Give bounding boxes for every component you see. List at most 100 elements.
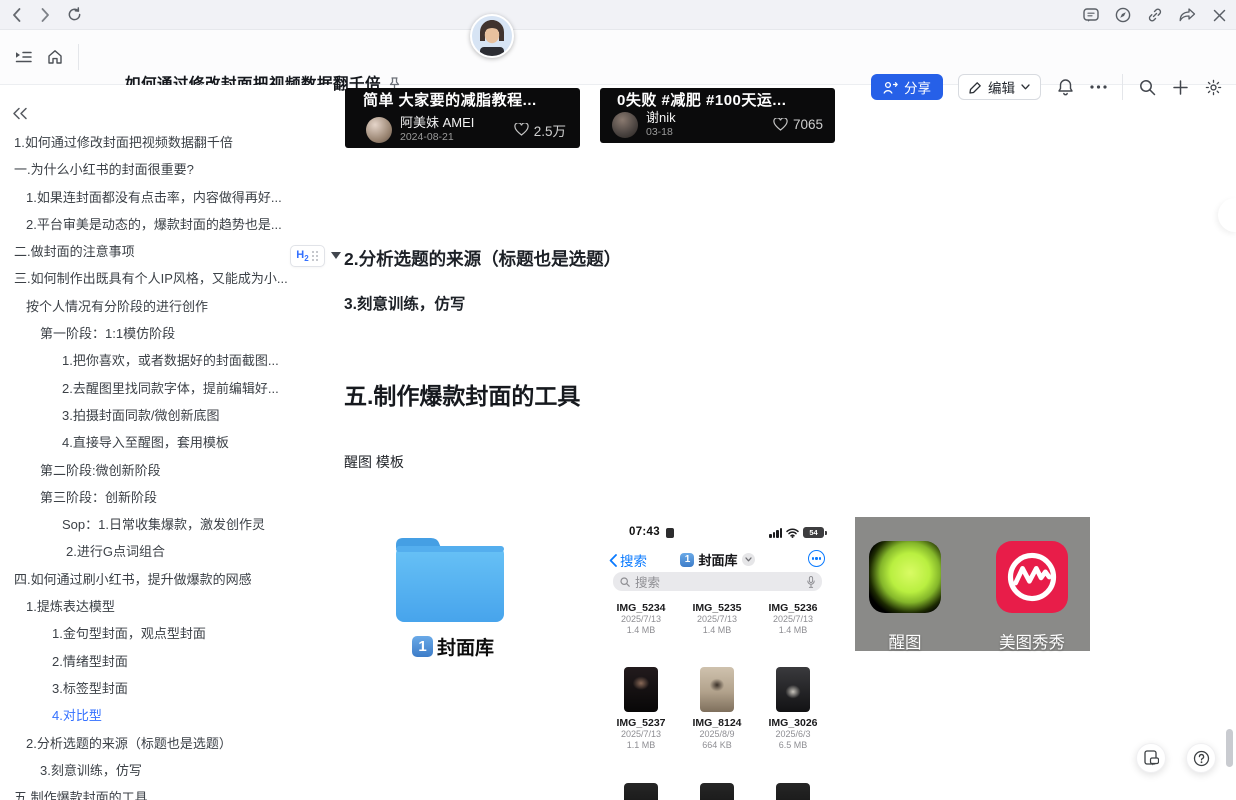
forward-icon[interactable] <box>36 6 54 24</box>
toc-item[interactable]: 第三阶段：创新阶段 <box>0 484 333 511</box>
app-label: 醒图 <box>869 629 941 653</box>
share-forward-icon[interactable] <box>1178 6 1196 24</box>
scrollbar-thumb[interactable] <box>1226 729 1233 767</box>
battery-icon: 54 <box>803 527 824 538</box>
share-button-label: 分享 <box>904 77 931 97</box>
toc-item[interactable]: 五.制作爆款封面的工具 <box>0 784 333 800</box>
back-icon[interactable] <box>7 6 25 24</box>
toc-item[interactable]: 3.刻意训练，仿写 <box>0 757 333 784</box>
doc-paragraph: 醒图 模板 <box>344 452 404 472</box>
avatar[interactable] <box>470 14 514 58</box>
toc-item[interactable]: 1.金句型封面，观点型封面 <box>0 620 333 647</box>
link-icon[interactable] <box>1146 6 1164 24</box>
file-item: IMG_5236 2025/7/13 1.4 MB <box>755 602 831 636</box>
phone-time: 07:43 <box>629 526 660 538</box>
header-divider <box>78 44 79 70</box>
toc-item[interactable]: 一.为什么小红书的封面很重要? <box>0 156 333 183</box>
phone-screenshot-image[interactable]: 07:43 54 搜索 1 封面库 搜索 IMG_5234 2025/7/13 <box>600 517 835 800</box>
drag-handle-icon[interactable] <box>312 251 319 262</box>
toc-item[interactable]: 1.如何通过修改封面把视频数据翻千倍 <box>0 129 333 156</box>
phone-search-field: 搜索 <box>613 572 822 591</box>
photo-thumbnail <box>700 667 734 712</box>
file-item: IMG_5234 2025/7/13 1.4 MB <box>603 602 679 636</box>
toc-item[interactable]: 4.直接导入至醒图，套用模板 <box>0 429 333 456</box>
edit-button[interactable]: 编辑 <box>958 74 1041 100</box>
file-item: IMG_5237 2025/7/13 1.1 MB <box>603 667 679 751</box>
bell-icon[interactable] <box>1056 78 1074 96</box>
file-item: IMG_8124 2025/8/9 664 KB <box>679 667 755 751</box>
note-card-image[interactable]: 简单 大家要的减脂教程... 阿美妹 AMEI 2024-08-21 2.5万 <box>345 88 580 148</box>
share-button[interactable]: 分享 <box>871 74 943 100</box>
toc-item[interactable]: 三.如何制作出既具有个人IP风格，又能成为小... <box>0 265 333 292</box>
app-header: 如何通过修改封面把视频数据翻千倍 2 我的课程 | 2026 已经保存到云端 分… <box>0 30 1236 85</box>
folder-number-badge: 1 <box>412 636 433 657</box>
toc-item[interactable]: 2.情绪型封面 <box>0 648 333 675</box>
toc-item[interactable]: 3.拍摄封面同款/微创新底图 <box>0 402 333 429</box>
doc-heading-2: 2.分析选题的来源（标题也是选题） <box>344 246 621 271</box>
toc-item[interactable]: 3.标签型封面 <box>0 675 333 702</box>
meitu-app-icon <box>996 541 1068 613</box>
app-icons-image[interactable]: 醒图 美图秀秀 <box>855 517 1090 651</box>
signal-icon <box>769 528 782 538</box>
app-label: 美图秀秀 <box>996 629 1068 653</box>
file-item: IMG_3026 2025/6/3 6.5 MB <box>755 667 831 751</box>
microphone-icon <box>807 576 815 588</box>
chevron-down-icon <box>742 553 755 566</box>
close-icon[interactable] <box>1210 6 1228 24</box>
folder-image[interactable]: 1 封面库 <box>378 525 528 665</box>
toc-item[interactable]: 四.如何通过刷小红书，提升做爆款的网感 <box>0 566 333 593</box>
photo-thumbnail <box>776 783 810 800</box>
refresh-icon[interactable] <box>65 6 83 24</box>
note-card-title: 简单 大家要的减脂教程... <box>363 89 570 110</box>
heart-icon <box>773 118 788 131</box>
comment-icon[interactable] <box>1082 6 1100 24</box>
toc-item[interactable]: 2.进行G点词组合 <box>0 538 333 565</box>
doc-heading-3: 3.刻意训练，仿写 <box>344 292 465 314</box>
collapse-sidebar-icon[interactable] <box>12 107 28 120</box>
file-grid-row-3 <box>603 783 832 800</box>
photo-thumbnail <box>776 667 810 712</box>
note-card-title: 0失败 #减肥 #100天运... <box>617 89 825 110</box>
file-grid-row-2: IMG_5237 2025/7/13 1.1 MB IMG_8124 2025/… <box>603 667 832 751</box>
toc-item[interactable]: 按个人情况有分阶段的进行创作 <box>0 293 333 320</box>
feedback-button[interactable] <box>1136 743 1166 773</box>
collapse-heading-caret[interactable] <box>331 252 341 259</box>
toc-item[interactable]: 2.分析选题的来源（标题也是选题） <box>0 730 333 757</box>
toc-item[interactable]: 第一阶段：1:1模仿阶段 <box>0 320 333 347</box>
note-date: 2024-08-21 <box>400 131 474 143</box>
file-grid-row-1: IMG_5234 2025/7/13 1.4 MB IMG_5235 2025/… <box>603 602 832 636</box>
toc-item[interactable]: 1.提炼表达模型 <box>0 593 333 620</box>
toc-item[interactable]: 第二阶段:微创新阶段 <box>0 457 333 484</box>
home-icon[interactable] <box>46 48 64 66</box>
note-author-name: 谢nik <box>646 111 676 126</box>
more-icon[interactable] <box>1089 78 1107 96</box>
search-icon[interactable] <box>1138 78 1156 96</box>
search-placeholder: 搜索 <box>635 572 660 591</box>
toc-item[interactable]: 2.去醒图里找同款字体，提前编辑好... <box>0 375 333 402</box>
toc-item-active[interactable]: 4.对比型 <box>0 702 333 729</box>
toc-item[interactable]: 1.把你喜欢，或者数据好的封面截图... <box>0 347 333 374</box>
compass-icon[interactable] <box>1114 6 1132 24</box>
plus-icon[interactable] <box>1171 78 1189 96</box>
toc-item[interactable]: 二.做封面的注意事项 <box>0 238 333 265</box>
like-count: 7065 <box>793 117 823 132</box>
sidebar: 1.如何通过修改封面把视频数据翻千倍 一.为什么小红书的封面很重要? 1.如果连… <box>0 85 333 800</box>
heading-level-badge[interactable]: H2 <box>290 245 325 267</box>
photo-thumbnail <box>624 783 658 800</box>
note-author-name: 阿美妹 AMEI <box>400 116 474 131</box>
gear-icon[interactable] <box>1204 78 1222 96</box>
toc-item[interactable]: 2.平台审美是动态的，爆款封面的趋势也是... <box>0 211 333 238</box>
collapsed-panel-handle[interactable] <box>1218 198 1236 232</box>
toc-item[interactable]: Sop：1.日常收集爆款，激发创作灵 <box>0 511 333 538</box>
note-card-image[interactable]: 0失败 #减肥 #100天运... 谢nik 03-18 7065 <box>600 88 835 143</box>
phone-nav-bar: 搜索 1 封面库 <box>600 550 835 568</box>
doc-heading-1: 五.制作爆款封面的工具 <box>344 377 580 411</box>
chevron-down-icon <box>1021 84 1030 90</box>
help-button[interactable] <box>1186 743 1216 773</box>
search-icon <box>620 577 630 587</box>
heart-icon <box>514 123 529 136</box>
macos-folder-icon <box>390 531 510 627</box>
toc-item[interactable]: 1.如果连封面都没有点击率，内容做得再好... <box>0 184 333 211</box>
outline-tree-icon[interactable] <box>14 48 32 66</box>
folder-number-badge: 1 <box>680 553 694 567</box>
